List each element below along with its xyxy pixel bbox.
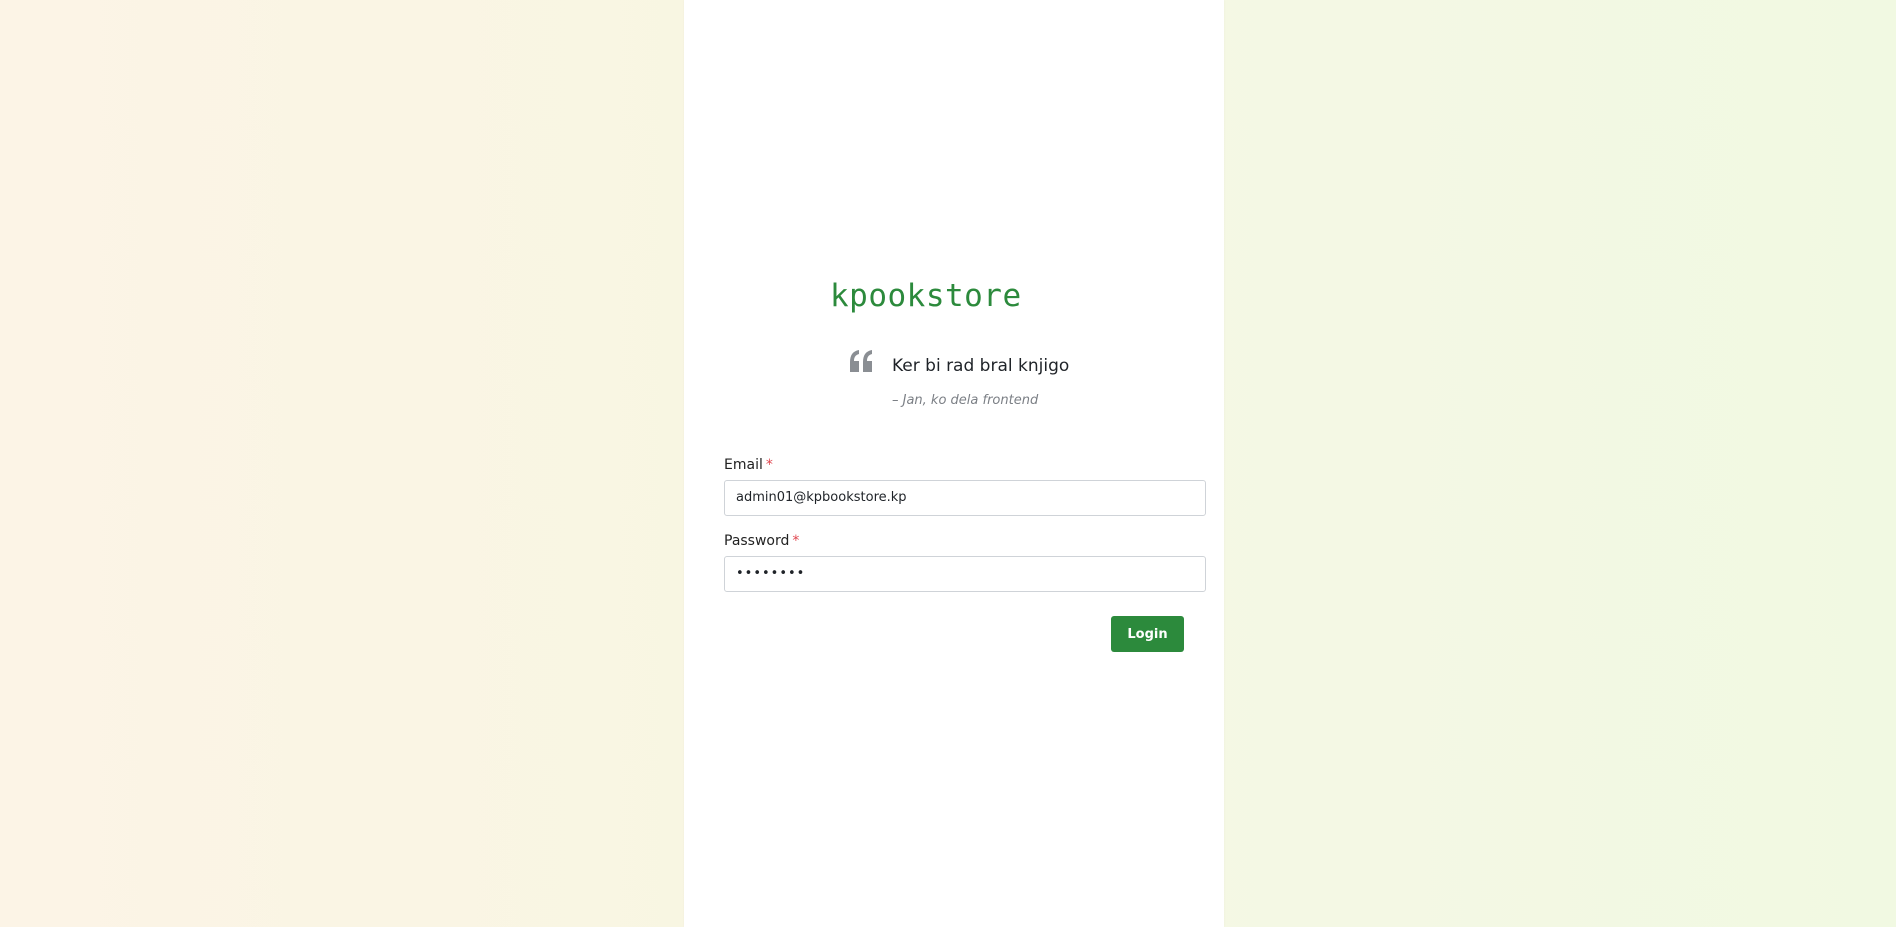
quote-icon bbox=[850, 350, 872, 372]
login-button[interactable]: Login bbox=[1111, 616, 1184, 652]
quote-text: Ker bi rad bral knjigo bbox=[892, 356, 1070, 376]
email-label-text: Email bbox=[724, 457, 763, 473]
password-input[interactable] bbox=[724, 556, 1206, 592]
required-mark: * bbox=[792, 533, 800, 549]
email-label: Email * bbox=[724, 457, 773, 473]
brand-logo: kpookstore bbox=[830, 278, 1022, 314]
required-mark: * bbox=[765, 457, 773, 473]
quote-author: – Jan, ko dela frontend bbox=[892, 393, 1039, 408]
password-label-text: Password bbox=[724, 533, 790, 549]
email-input[interactable] bbox=[724, 480, 1206, 516]
login-panel: kpookstore Ker bi rad bral knjigo – Jan,… bbox=[684, 0, 1224, 927]
password-label: Password * bbox=[724, 533, 799, 549]
